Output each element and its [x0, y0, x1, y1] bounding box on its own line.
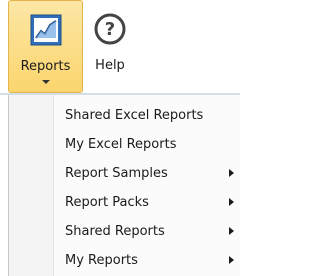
menu-item-shared-reports[interactable]: Shared Reports [9, 219, 241, 245]
menu-item-my-excel-reports[interactable]: My Excel Reports [9, 132, 241, 158]
reports-button[interactable]: Reports [8, 0, 83, 93]
menu-item-label: My Reports [65, 253, 138, 268]
chevron-down-icon [41, 80, 50, 84]
menu-item-report-packs[interactable]: Report Packs [9, 190, 241, 216]
submenu-arrow-icon [229, 169, 234, 177]
menu-item-label: My Excel Reports [65, 137, 177, 152]
menu-item-my-reports[interactable]: My Reports [9, 248, 241, 274]
menu-item-report-samples[interactable]: Report Samples [9, 161, 241, 187]
submenu-arrow-icon [229, 256, 234, 264]
help-button[interactable]: ? Help [85, 0, 135, 93]
menu-item-label: Report Samples [65, 166, 168, 181]
app-window: Reports ? Help Shared Excel Reports My E… [0, 0, 240, 276]
question-circle-icon: ? [93, 12, 127, 46]
ribbon: Reports ? Help [0, 0, 240, 96]
reports-dropdown-menu: Shared Excel Reports My Excel Reports Re… [8, 95, 240, 276]
menu-item-shared-excel-reports[interactable]: Shared Excel Reports [9, 103, 241, 129]
help-button-label: Help [95, 58, 125, 73]
menu-item-label: Report Packs [65, 195, 149, 210]
svg-text:?: ? [105, 19, 115, 40]
menu-item-label: Shared Excel Reports [65, 108, 204, 123]
menu-item-label: Shared Reports [65, 224, 165, 239]
submenu-arrow-icon [229, 198, 234, 206]
reports-button-label: Reports [20, 59, 71, 74]
submenu-arrow-icon [229, 227, 234, 235]
chart-icon [29, 13, 63, 47]
